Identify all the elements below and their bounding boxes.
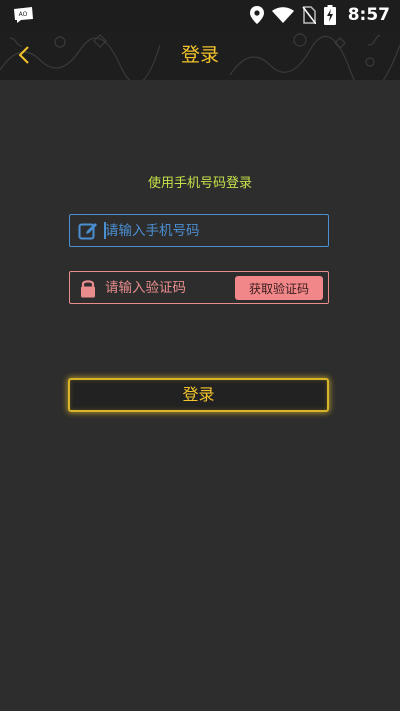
wifi-icon	[271, 7, 294, 23]
app-badge-icon: AO	[14, 7, 33, 23]
battery-charging-icon	[323, 5, 336, 25]
lock-icon	[81, 280, 95, 298]
get-code-button[interactable]: 获取验证码	[235, 276, 323, 300]
status-icons: 8:57	[249, 0, 390, 30]
phone-field	[69, 214, 329, 247]
status-bar: AO 8:57	[0, 0, 400, 30]
login-method-label: 使用手机号码登录	[147, 176, 252, 191]
phone-input[interactable]	[105, 215, 320, 246]
verification-code-input[interactable]	[105, 272, 225, 303]
edit-icon	[78, 223, 97, 240]
text-cursor	[104, 222, 106, 239]
login-button[interactable]: 登录	[68, 378, 329, 412]
svg-text:AO: AO	[19, 11, 28, 18]
verification-code-field: 获取验证码	[69, 271, 329, 304]
location-icon	[249, 6, 264, 24]
status-time: 8:57	[347, 5, 390, 25]
page-title: 登录	[180, 44, 219, 66]
app-header: 登录	[0, 30, 400, 80]
no-sim-icon	[302, 6, 316, 24]
